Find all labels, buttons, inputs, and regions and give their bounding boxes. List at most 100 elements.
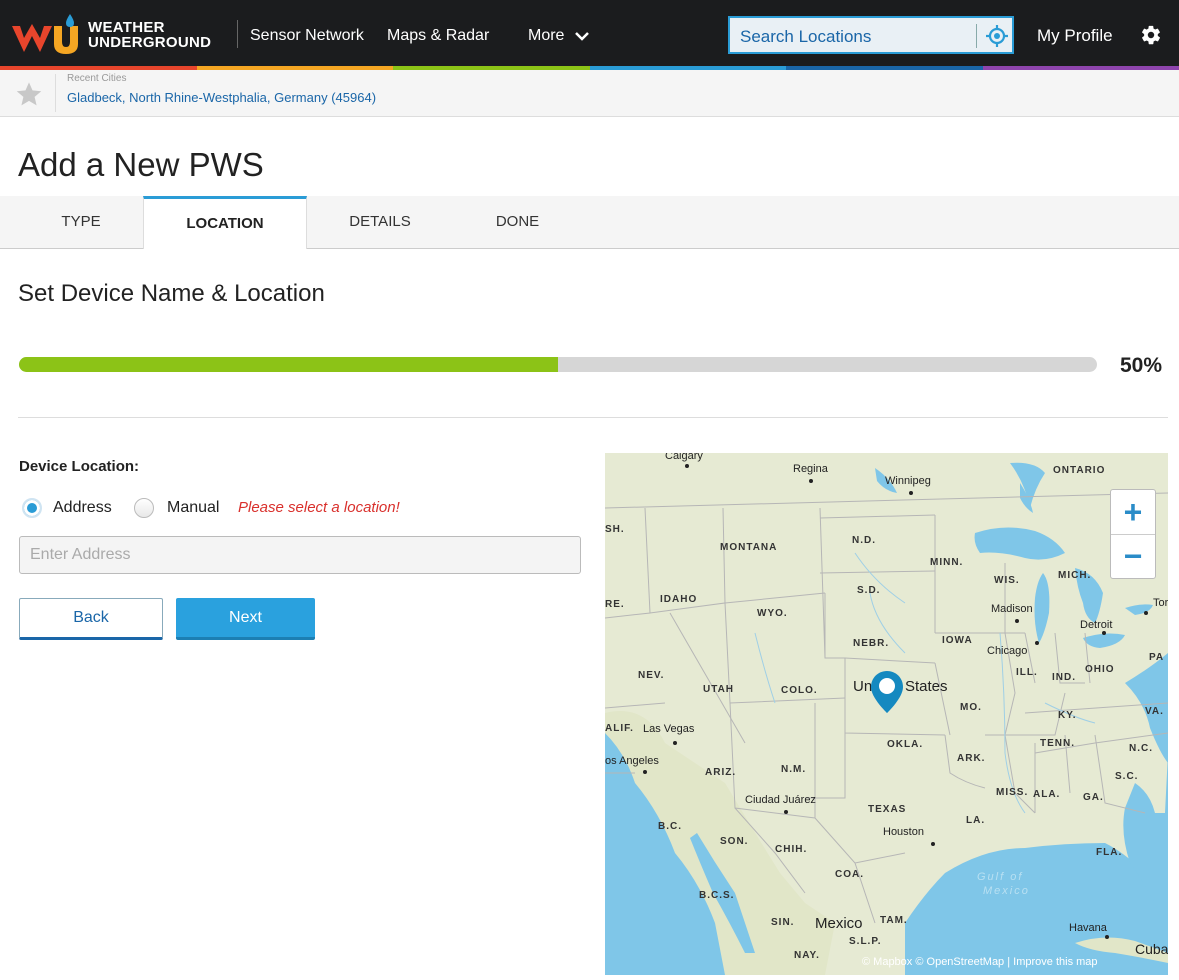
map-label-ind: IND. [1052,672,1076,683]
osm-link[interactable]: © OpenStreetMap [915,956,1004,968]
wizard-tabs: TYPE LOCATION DETAILS DONE [0,196,1179,249]
section-title: Set Device Name & Location [18,280,325,307]
radio-address-label[interactable]: Address [53,499,112,517]
map-label-montana: MONTANA [720,542,778,553]
map-city-las-vegas: Las Vegas [643,723,695,735]
map-city-ciudad-juarez: Ciudad Juárez [745,794,816,806]
map-label-mexico: Mexico [815,915,863,932]
map-label-ala: ALA. [1033,789,1061,800]
search-box [728,16,1014,54]
back-button[interactable]: Back [19,598,163,640]
map-label-la: LA. [966,815,986,826]
map-label-va: VA. [1145,706,1164,717]
map-label-ariz: ARIZ. [705,767,737,778]
map-label-ohio: OHIO [1085,664,1115,675]
map-city-calgary: Calgary [665,453,703,462]
improve-map-link[interactable]: Improve this map [1013,956,1097,968]
map-label-ontario: ONTARIO [1053,465,1106,476]
map-pin-icon[interactable] [871,671,903,713]
search-divider [976,24,977,48]
chevron-down-icon [575,31,589,41]
map-label-states: States [905,678,948,695]
map-label-minn: MINN. [930,557,964,568]
locate-me-icon[interactable] [986,25,1008,47]
map-label-cuba: Cuba [1135,941,1168,957]
address-input[interactable] [19,536,581,574]
progress-fill [19,357,558,372]
map-city-havana: Havana [1069,922,1107,934]
map-label-tam: TAM. [880,915,908,926]
map-label-sd: S.D. [857,585,881,596]
recent-cities-label: Recent Cities [67,73,127,84]
map-label-chih: CHIH. [775,844,808,855]
star-icon[interactable] [15,80,43,108]
gear-icon[interactable] [1140,24,1162,46]
map-label-ill: ILL. [1016,667,1038,678]
tab-type[interactable]: TYPE [40,196,122,248]
radio-address[interactable] [22,498,42,518]
map-label-texas: TEXAS [868,804,907,815]
page-title: Add a New PWS [18,146,264,183]
map-city-winnipeg: Winnipeg [885,475,931,487]
location-map[interactable]: ONTARIO N.D. MONTANA MINN. WIS. MICH. S.… [605,453,1168,975]
top-nav-bar: WEATHER UNDERGROUND Sensor Network Maps … [0,0,1179,70]
map-label-wis: WIS. [994,575,1020,586]
tab-details[interactable]: DETAILS [330,196,430,248]
map-city-regina: Regina [793,463,828,475]
location-warning: Please select a location! [238,499,400,516]
map-label-miss: MISS. [996,787,1029,798]
zoom-in-button[interactable]: + [1111,490,1155,535]
next-button[interactable]: Next [176,598,315,640]
map-label-sin: SIN. [771,917,795,928]
progress-bar [19,357,1097,372]
map-label-utah: UTAH [703,684,735,695]
map-label-tenn: TENN. [1040,738,1075,749]
map-city-detroit: Detroit [1080,619,1113,631]
map-label-nev: NEV. [638,670,665,681]
radio-manual[interactable] [134,498,154,518]
recent-divider [55,74,56,112]
zoom-out-button[interactable]: − [1111,534,1155,578]
map-label-nebr: NEBR. [853,638,890,649]
nav-maps-radar[interactable]: Maps & Radar [387,27,489,45]
logo-text: WEATHER UNDERGROUND [88,19,212,51]
map-label-ark: ARK. [957,753,986,764]
map-label-pa: PA [1149,652,1165,663]
map-label-ga: GA. [1083,792,1104,803]
nav-more[interactable]: More [528,27,590,45]
map-label-idaho: IDAHO [660,594,698,605]
map-base [605,453,1168,975]
map-label-wash: SH. [605,524,625,535]
map-city-houston: Houston [883,826,924,838]
map-attribution: © Mapbox © OpenStreetMap | Improve this … [862,956,1098,968]
map-zoom-controls: + − [1110,489,1156,579]
mapbox-link[interactable]: © Mapbox [862,956,912,968]
device-location-label: Device Location: [19,458,140,475]
map-label-nay: NAY. [794,950,820,961]
map-city-madison: Madison [991,603,1033,615]
map-city-los-angeles: os Angeles [605,755,659,767]
search-input[interactable] [738,24,972,50]
map-city-chicago: Chicago [987,645,1028,657]
map-label-sc: S.C. [1115,771,1139,782]
map-label-bc: B.C. [658,821,682,832]
tab-location[interactable]: LOCATION [143,196,307,249]
map-label-bcs: B.C.S. [699,890,735,901]
divider [18,417,1168,418]
map-label-united: Un [853,678,873,695]
map-label-nm: N.M. [781,764,807,775]
map-label-nd: N.D. [852,535,876,546]
map-label-iowa: IOWA [942,635,973,646]
map-label-colo: COLO. [781,685,818,696]
recent-city-link[interactable]: Gladbeck, North Rhine-Westphalia, German… [67,90,376,105]
nav-sensor-network[interactable]: Sensor Network [250,27,364,45]
tab-done[interactable]: DONE [475,196,560,248]
map-city-toronto: Tor [1153,597,1168,609]
map-label-slp: S.L.P. [849,936,882,947]
progress-percent: 50% [1120,354,1163,377]
my-profile-link[interactable]: My Profile [1037,26,1113,46]
radio-manual-label[interactable]: Manual [167,499,219,517]
map-label-son: SON. [720,836,749,847]
map-label-calif: ALIF. [605,723,634,734]
map-label-coa: COA. [835,869,864,880]
